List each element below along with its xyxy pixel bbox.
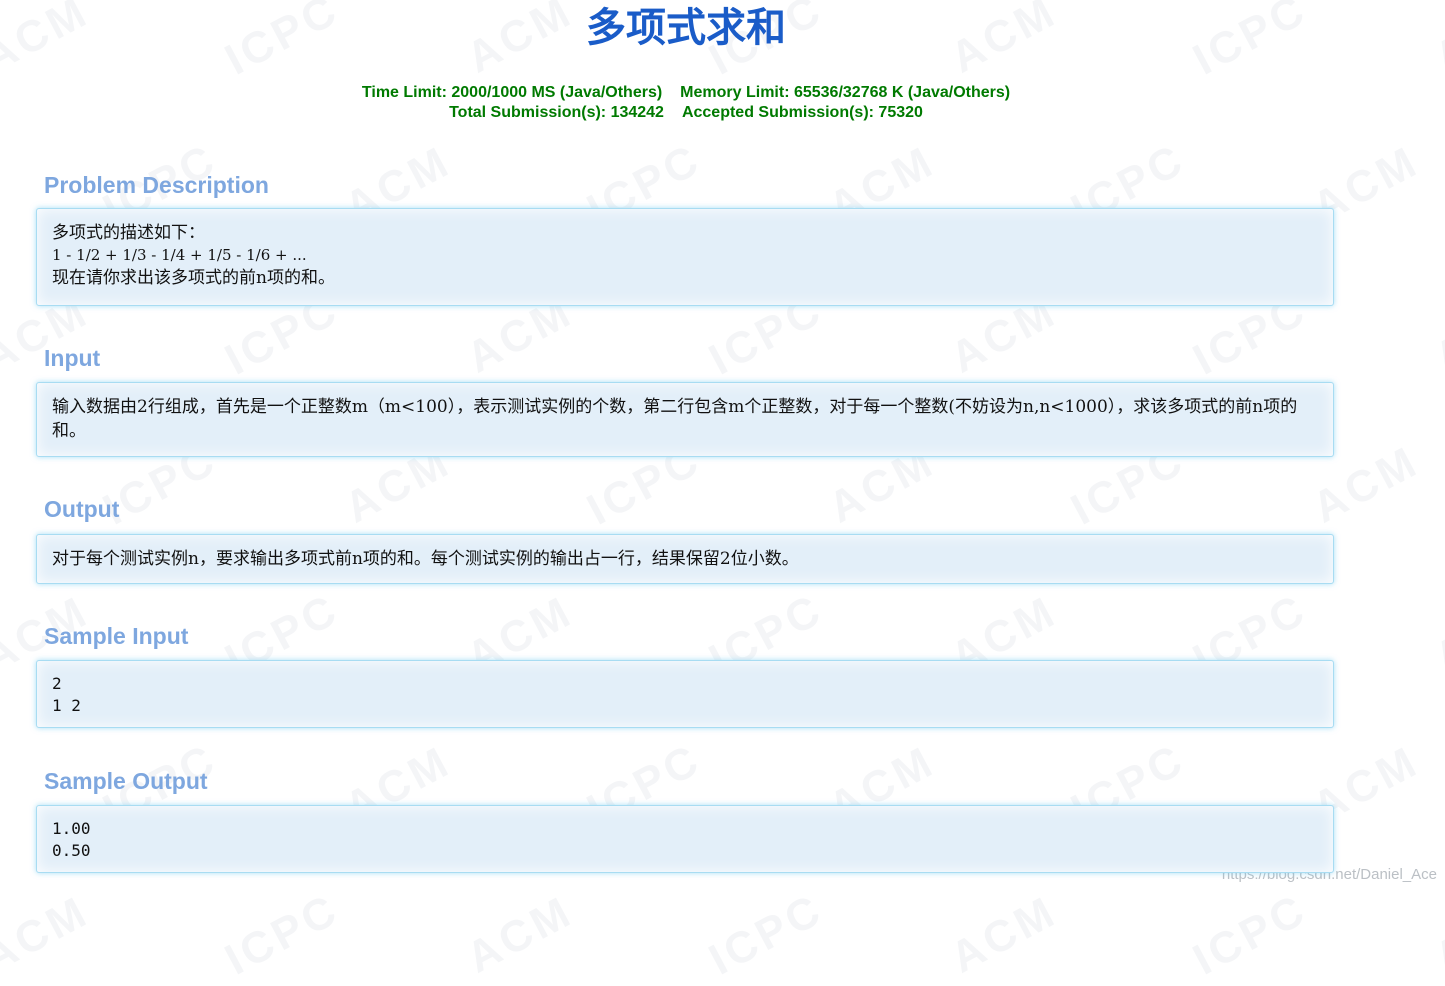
- sample-input-line: 2: [52, 674, 62, 693]
- output-panel: 对于每个测试实例n，要求输出多项式前n项的和。每个测试实例的输出占一行，结果保留…: [36, 534, 1334, 584]
- sample-output-heading: Sample Output: [44, 768, 208, 794]
- sample-input-panel: 2 1 2: [36, 660, 1334, 728]
- sample-output-line: 1.00: [52, 819, 91, 838]
- input-panel: 输入数据由2行组成，首先是一个正整数m（m<100），表示测试实例的个数，第二行…: [36, 382, 1334, 457]
- watermark-text: ACM: [1426, 0, 1445, 83]
- watermark-text: ACM: [1426, 586, 1445, 683]
- input-text: 输入数据由2行组成，首先是一个正整数m（m<100），表示测试实例的个数，第二行…: [52, 397, 1298, 441]
- watermark-text: ICPC: [1185, 884, 1316, 985]
- watermark-text: ACM: [0, 886, 97, 983]
- problem-title: 多项式求和: [586, 5, 786, 51]
- watermark-text: ICPC: [701, 884, 832, 985]
- sample-output-panel: 1.00 0.50: [36, 805, 1334, 873]
- time-limit: Time Limit: 2000/1000 MS (Java/Others): [361, 84, 663, 101]
- description-formula: 1 - 1/2 + 1/3 - 1/4 + 1/5 - 1/6 + ...: [52, 246, 307, 264]
- description-line: 现在请你求出该多项式的前n项的和。: [52, 268, 335, 288]
- accepted-submissions: Accepted Submission(s): 75320: [681, 103, 923, 121]
- watermark-text: ACM: [1426, 286, 1445, 383]
- output-text: 对于每个测试实例n，要求输出多项式前n项的和。每个测试实例的输出占一行，结果保留…: [52, 549, 799, 569]
- sample-output-line: 0.50: [52, 841, 91, 860]
- problem-limits: Time Limit: 2000/1000 MS (Java/Others) Me…: [0, 83, 1372, 122]
- sample-input-heading: Sample Input: [44, 623, 189, 649]
- watermark-text: ACM: [942, 886, 1065, 983]
- output-heading: Output: [44, 496, 120, 522]
- input-heading: Input: [44, 345, 101, 371]
- watermark-text: ACM: [458, 886, 581, 983]
- watermark-text: ICPC: [217, 884, 348, 985]
- description-line: 多项式的描述如下：: [52, 223, 205, 243]
- problem-description-heading: Problem Description: [44, 172, 269, 198]
- total-submissions: Total Submission(s): 134242: [449, 103, 664, 121]
- watermark-text: ACM: [1426, 886, 1445, 983]
- sample-input-line: 1 2: [52, 696, 81, 715]
- memory-limit: Memory Limit: 65536/32768 K (Java/Others…: [680, 84, 1011, 101]
- problem-description-panel: 多项式的描述如下： 1 - 1/2 + 1/3 - 1/4 + 1/5 - 1/…: [36, 208, 1334, 306]
